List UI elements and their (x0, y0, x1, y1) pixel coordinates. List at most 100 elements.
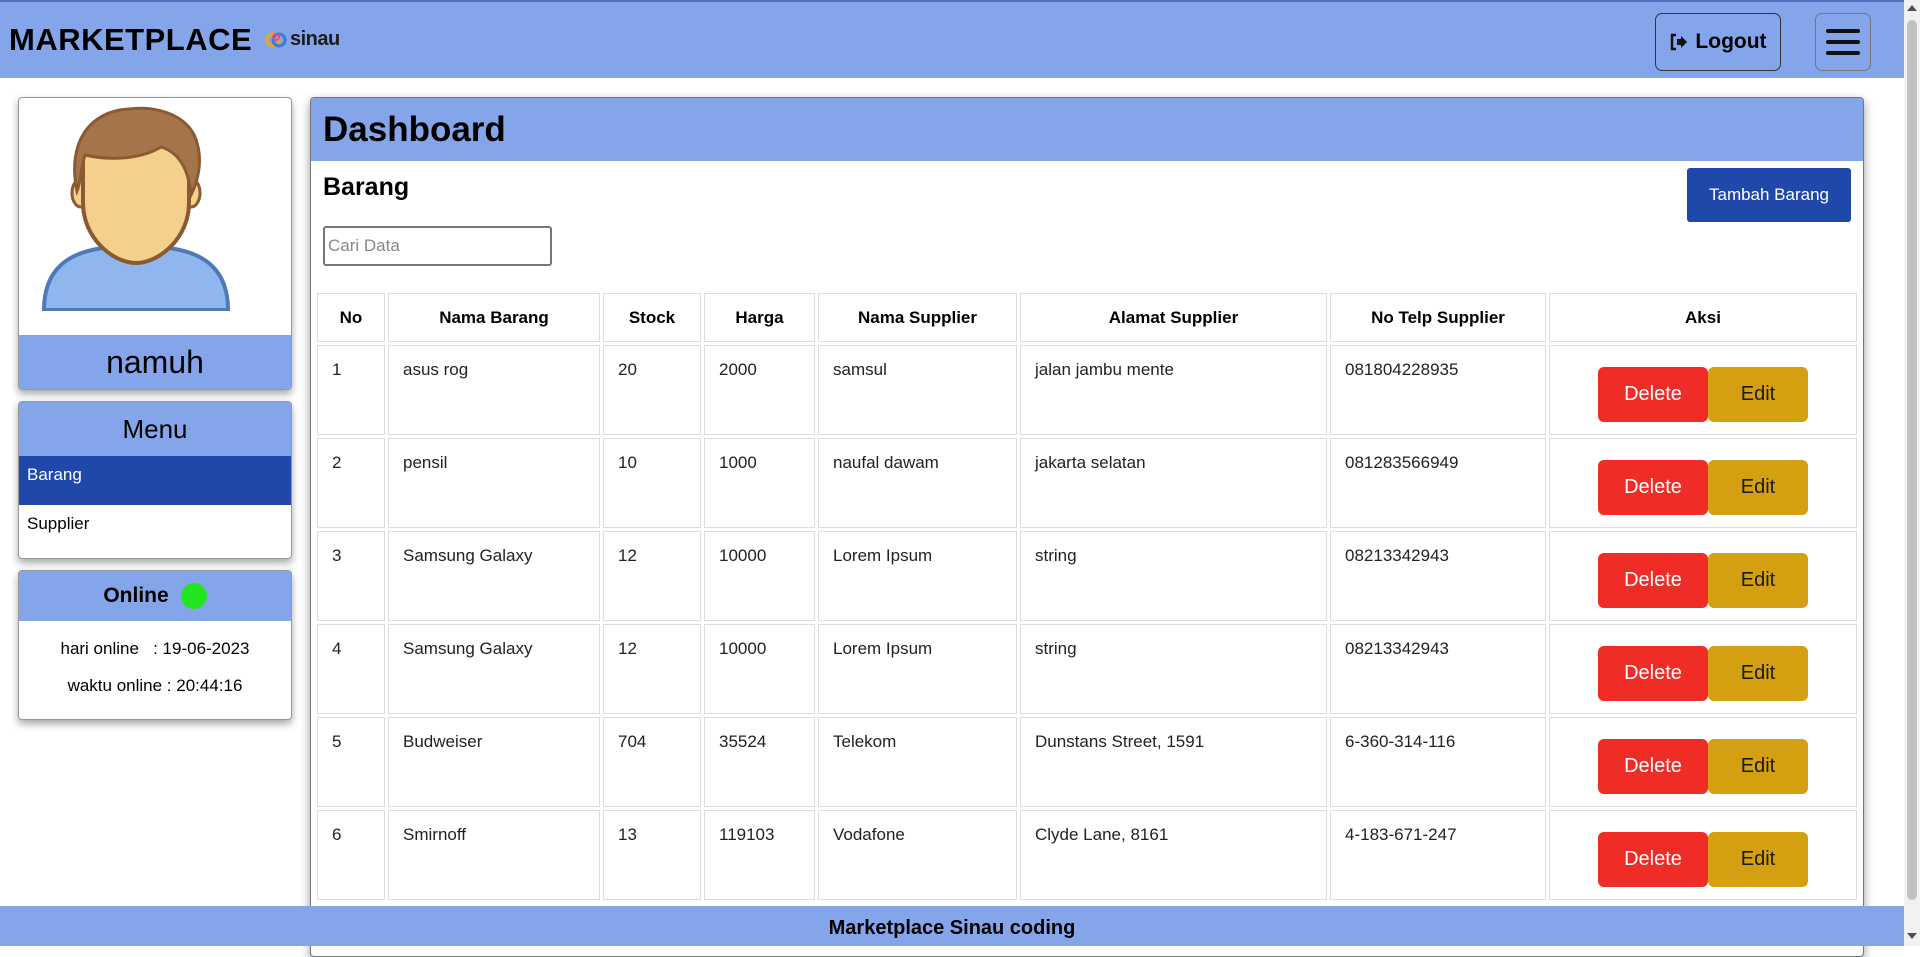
profile-username: namuh (19, 335, 291, 389)
cell-nama-supplier: Lorem Ipsum (818, 624, 1017, 714)
cell-nama-supplier: Vodafone (818, 810, 1017, 900)
cell-harga: 1000 (704, 438, 815, 528)
online-status-dot-icon (180, 583, 207, 609)
cell-nama-barang: Smirnoff (388, 810, 600, 900)
online-title: Online (19, 571, 291, 621)
cell-no: 2 (317, 438, 385, 528)
table-row: 6 Smirnoff 13 119103 Vodafone Clyde Lane… (317, 810, 1857, 900)
hamburger-line-3 (1826, 51, 1860, 55)
cell-alamat-supplier: Dunstans Street, 1591 (1020, 717, 1327, 807)
cell-telp-supplier: 4-183-671-247 (1330, 810, 1546, 900)
cell-nama-barang: Samsung Galaxy (388, 624, 600, 714)
cell-alamat-supplier: jalan jambu mente (1020, 345, 1327, 435)
cell-no: 6 (317, 810, 385, 900)
column-header-no: No (317, 293, 385, 342)
cell-no: 1 (317, 345, 385, 435)
scrollbar-thumb[interactable] (1907, 20, 1917, 900)
cell-stock: 20 (603, 345, 701, 435)
logout-button[interactable]: Logout (1655, 13, 1781, 71)
user-avatar-icon (41, 106, 231, 311)
menu-item-supplier[interactable]: Supplier (19, 505, 291, 554)
online-date: hari online : 19-06-2023 (60, 639, 250, 658)
online-time: waktu online : 20:44:16 (67, 676, 243, 695)
table-row: 1 asus rog 20 2000 samsul jalan jambu me… (317, 345, 1857, 435)
brand-title: MARKETPLACE (9, 22, 253, 57)
dashboard-title: Dashboard (311, 98, 1863, 161)
cell-alamat-supplier: jakarta selatan (1020, 438, 1327, 528)
dashboard-panel: Dashboard Barang Tambah Barang No Nama B… (310, 97, 1864, 957)
column-header-stock: Stock (603, 293, 701, 342)
scroll-down-arrow-icon[interactable] (1907, 933, 1917, 939)
cell-aksi: Delete Edit (1549, 624, 1857, 714)
section-title: Barang (323, 173, 410, 201)
cell-stock: 13 (603, 810, 701, 900)
delete-button[interactable]: Delete (1598, 738, 1708, 794)
cell-telp-supplier: 08213342943 (1330, 531, 1546, 621)
cell-nama-barang: pensil (388, 438, 600, 528)
cell-telp-supplier: 6-360-314-116 (1330, 717, 1546, 807)
cell-stock: 12 (603, 624, 701, 714)
add-item-button[interactable]: Tambah Barang (1687, 168, 1851, 222)
search-input[interactable] (323, 226, 552, 266)
hamburger-line-2 (1826, 40, 1860, 44)
footer: Marketplace Sinau coding (0, 906, 1904, 946)
logo-text: sinau (290, 28, 340, 50)
menu-item-barang[interactable]: Barang (19, 456, 291, 505)
profile-card: namuh (18, 97, 292, 390)
cell-no: 4 (317, 624, 385, 714)
cell-aksi: Delete Edit (1549, 345, 1857, 435)
column-header-harga: Harga (704, 293, 815, 342)
cell-alamat-supplier: Clyde Lane, 8161 (1020, 810, 1327, 900)
column-header-nama-barang: Nama Barang (388, 293, 600, 342)
delete-button[interactable]: Delete (1598, 459, 1708, 515)
cell-harga: 10000 (704, 624, 815, 714)
cell-no: 5 (317, 717, 385, 807)
page-scrollbar[interactable] (1904, 0, 1920, 946)
logout-label: Logout (1695, 30, 1767, 53)
cell-stock: 12 (603, 531, 701, 621)
cell-telp-supplier: 08213342943 (1330, 624, 1546, 714)
cell-stock: 704 (603, 717, 701, 807)
delete-button[interactable]: Delete (1598, 552, 1708, 608)
cell-harga: 10000 (704, 531, 815, 621)
delete-button[interactable]: Delete (1598, 645, 1708, 701)
column-header-aksi: Aksi (1549, 293, 1857, 342)
edit-button[interactable]: Edit (1708, 738, 1808, 794)
edit-button[interactable]: Edit (1708, 552, 1808, 608)
sinau-logo: sinau (265, 28, 340, 51)
online-status-card: Online hari online : 19-06-2023 waktu on… (18, 570, 292, 720)
delete-button[interactable]: Delete (1598, 366, 1708, 422)
cell-alamat-supplier: string (1020, 624, 1327, 714)
cell-nama-barang: Budweiser (388, 717, 600, 807)
hamburger-menu-button[interactable] (1815, 13, 1871, 71)
menu-title: Menu (19, 402, 291, 456)
cell-nama-barang: Samsung Galaxy (388, 531, 600, 621)
cell-aksi: Delete Edit (1549, 810, 1857, 900)
table-row: 4 Samsung Galaxy 12 10000 Lorem Ipsum st… (317, 624, 1857, 714)
cell-nama-supplier: samsul (818, 345, 1017, 435)
cell-aksi: Delete Edit (1549, 531, 1857, 621)
cell-nama-supplier: Lorem Ipsum (818, 531, 1017, 621)
cell-nama-barang: asus rog (388, 345, 600, 435)
cell-alamat-supplier: string (1020, 531, 1327, 621)
cell-nama-supplier: Telekom (818, 717, 1017, 807)
edit-button[interactable]: Edit (1708, 459, 1808, 515)
table-row: 5 Budweiser 704 35524 Telekom Dunstans S… (317, 717, 1857, 807)
cell-telp-supplier: 081283566949 (1330, 438, 1546, 528)
table-row: 2 pensil 10 1000 naufal dawam jakarta se… (317, 438, 1857, 528)
top-navbar: MARKETPLACE sinau Logout (0, 0, 1904, 78)
logout-icon (1671, 33, 1688, 51)
edit-button[interactable]: Edit (1708, 831, 1808, 887)
hamburger-line-1 (1826, 29, 1860, 33)
delete-button[interactable]: Delete (1598, 831, 1708, 887)
cell-harga: 119103 (704, 810, 815, 900)
items-table: No Nama Barang Stock Harga Nama Supplier… (314, 290, 1860, 903)
sinau-logo-icon (265, 32, 287, 47)
column-header-nama-supplier: Nama Supplier (818, 293, 1017, 342)
column-header-telp-supplier: No Telp Supplier (1330, 293, 1546, 342)
cell-aksi: Delete Edit (1549, 717, 1857, 807)
scroll-up-arrow-icon[interactable] (1907, 5, 1917, 11)
online-label: Online (103, 584, 169, 607)
edit-button[interactable]: Edit (1708, 645, 1808, 701)
edit-button[interactable]: Edit (1708, 366, 1808, 422)
